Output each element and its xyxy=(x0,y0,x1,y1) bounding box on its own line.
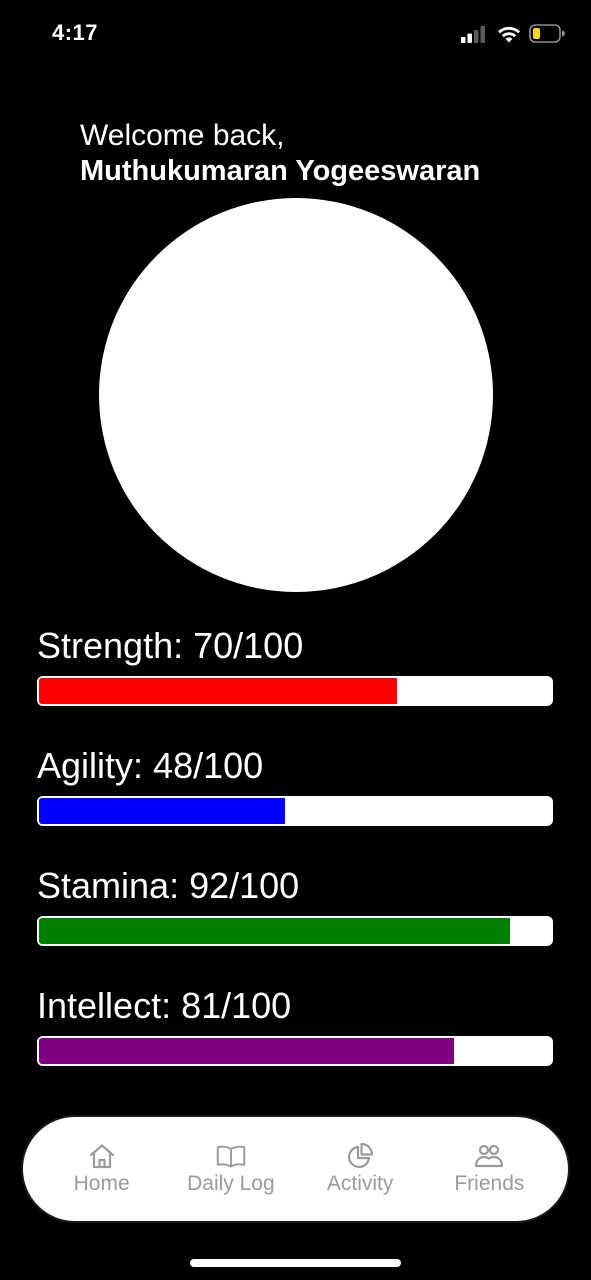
home-indicator[interactable] xyxy=(190,1259,401,1267)
stat-label: Agility: 48/100 xyxy=(37,744,553,788)
nav-label: Home xyxy=(73,1172,130,1195)
stat-name: Intellect: xyxy=(37,985,172,1026)
stat-name: Stamina: xyxy=(37,865,180,906)
avatar[interactable] xyxy=(99,198,493,592)
stat-value: 81/100 xyxy=(181,985,292,1026)
nav-item-friends[interactable]: Friends xyxy=(429,1142,549,1196)
book-icon xyxy=(216,1142,246,1170)
stat-value: 92/100 xyxy=(189,865,300,906)
stat-label: Intellect: 81/100 xyxy=(37,984,553,1028)
nav-label: Friends xyxy=(454,1172,525,1195)
progress-bar-track xyxy=(37,916,553,946)
status-icons xyxy=(461,24,565,48)
nav-item-home[interactable]: Home xyxy=(42,1142,162,1196)
stat-value: 70/100 xyxy=(193,625,304,666)
stat-agility: Agility: 48/100 xyxy=(37,744,553,826)
battery-low-icon xyxy=(529,24,565,48)
greeting: Welcome back, Muthukumaran Yogeeswaran xyxy=(80,118,480,189)
nav-label: Activity xyxy=(326,1172,394,1195)
stat-stamina: Stamina: 92/100 xyxy=(37,864,553,946)
progress-bar-fill xyxy=(39,678,398,704)
progress-bar-track xyxy=(37,676,553,706)
stat-label: Stamina: 92/100 xyxy=(37,864,553,908)
wifi-icon xyxy=(497,25,521,48)
stat-intellect: Intellect: 81/100 xyxy=(37,984,553,1066)
pie-chart-icon xyxy=(345,1142,375,1170)
stat-name: Strength: xyxy=(37,625,184,666)
stat-label: Strength: 70/100 xyxy=(37,624,553,668)
progress-bar-track xyxy=(37,1036,553,1066)
progress-bar-fill xyxy=(39,1038,454,1064)
app-screen: 4:17 Welcome back, Muthukumaran Yogeeswa… xyxy=(0,0,591,1280)
bottom-nav: Home Daily Log Activity Friends xyxy=(21,1115,570,1223)
progress-bar-track xyxy=(37,796,553,826)
nav-item-activity[interactable]: Activity xyxy=(300,1142,420,1196)
people-icon xyxy=(474,1142,504,1170)
progress-bar-fill xyxy=(39,918,511,944)
stat-strength: Strength: 70/100 xyxy=(37,624,553,706)
home-icon xyxy=(87,1142,117,1170)
stat-name: Agility: xyxy=(37,745,144,786)
nav-label: Daily Log xyxy=(187,1172,275,1195)
progress-bar-fill xyxy=(39,798,285,824)
cellular-signal-icon xyxy=(461,25,489,48)
user-name: Muthukumaran Yogeeswaran xyxy=(80,155,481,187)
status-time: 4:17 xyxy=(52,20,99,45)
welcome-text: Welcome back, xyxy=(80,119,285,152)
nav-item-daily-log[interactable]: Daily Log xyxy=(171,1142,291,1196)
stat-value: 48/100 xyxy=(153,745,264,786)
status-bar: 4:17 xyxy=(0,0,591,70)
